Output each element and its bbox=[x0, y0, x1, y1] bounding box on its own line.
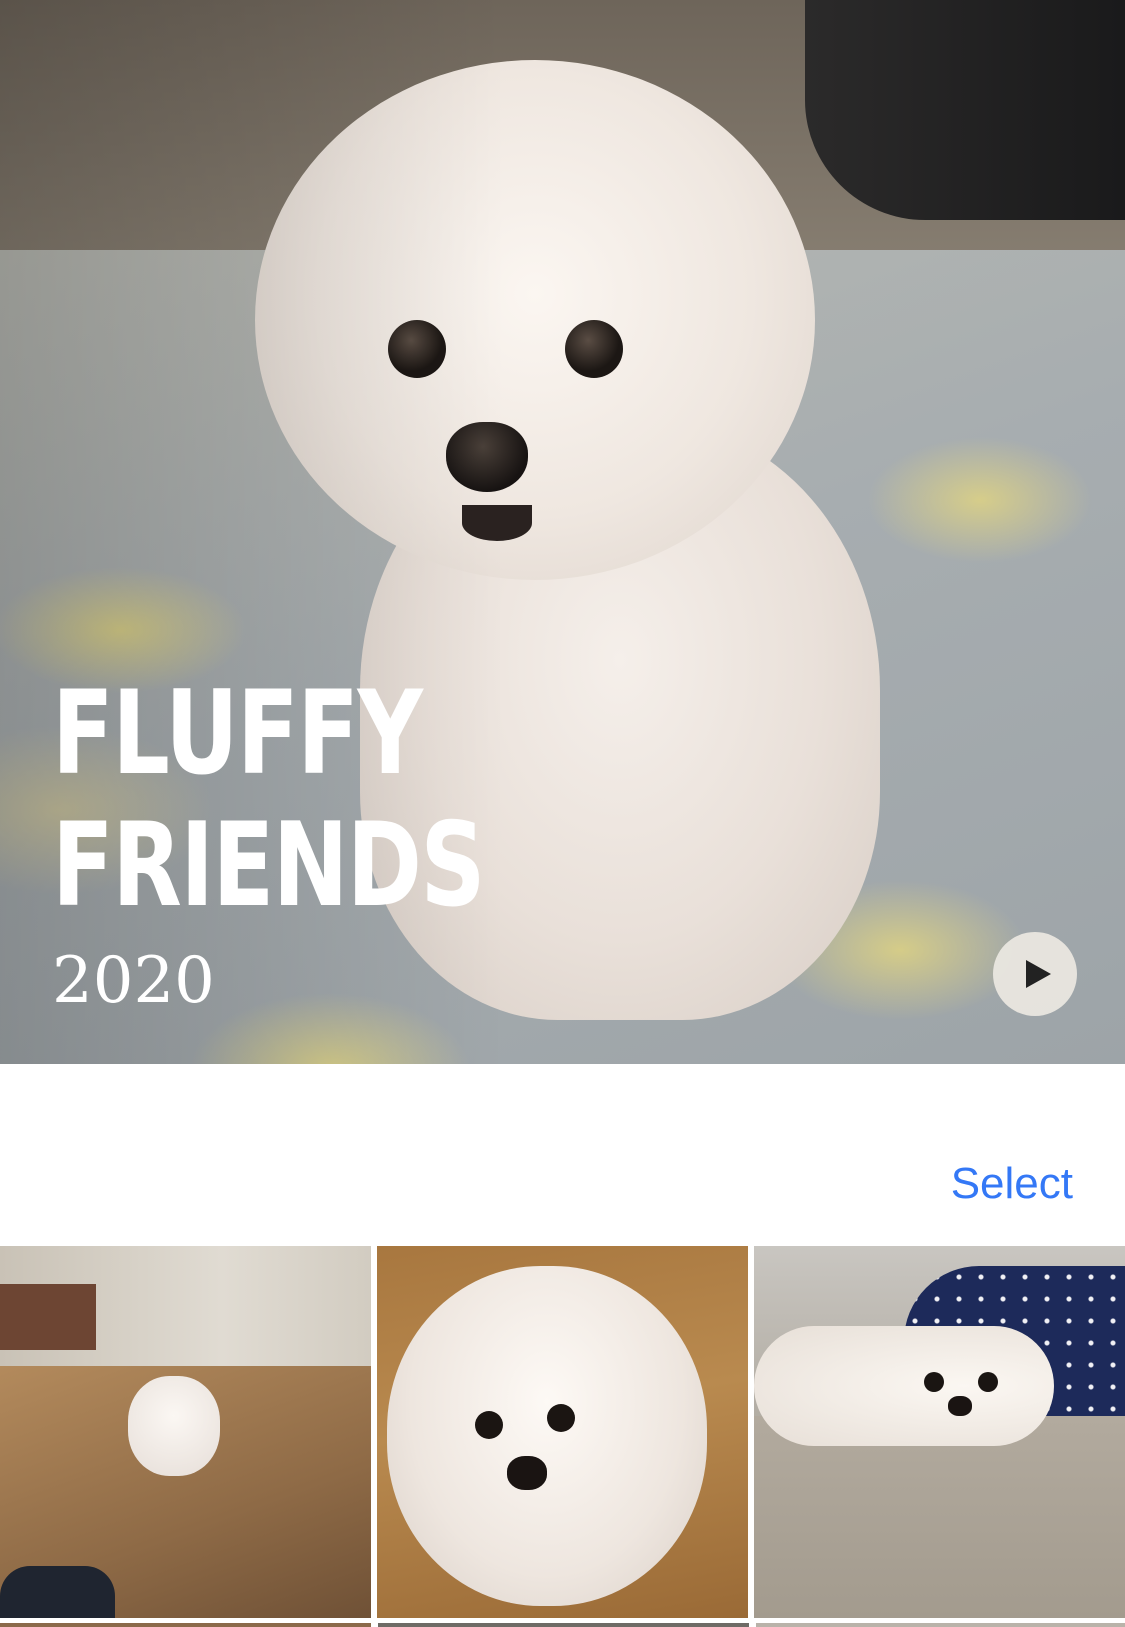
play-icon bbox=[1026, 960, 1051, 988]
memory-title-line-1: FLUFFY bbox=[52, 666, 423, 801]
thumb-dog-eye-right bbox=[547, 1404, 575, 1432]
thumb-rug bbox=[0, 1566, 115, 1618]
memory-year: 2020 bbox=[52, 944, 215, 1018]
thumb-dog-nose bbox=[507, 1456, 547, 1490]
photo-thumbnail-1[interactable] bbox=[0, 1246, 371, 1618]
thumb-dog-eye-left bbox=[924, 1372, 944, 1392]
thumb-cabinet bbox=[0, 1284, 96, 1350]
next-photo-row-edge bbox=[0, 1623, 1125, 1627]
thumb-dog-eye-left bbox=[475, 1411, 503, 1439]
thumb-couch bbox=[754, 1416, 1125, 1618]
play-button[interactable] bbox=[993, 932, 1077, 1016]
select-button[interactable]: Select bbox=[951, 1156, 1073, 1212]
thumb-dog bbox=[754, 1326, 1054, 1446]
thumb-dog-eye-right bbox=[978, 1372, 998, 1392]
thumb-dog-nose bbox=[948, 1396, 972, 1416]
photo-thumbnail-2[interactable] bbox=[377, 1246, 748, 1618]
memory-title: FLUFFY FRIENDS bbox=[52, 668, 489, 932]
thumb-dog bbox=[128, 1376, 220, 1476]
thumb-dog bbox=[387, 1266, 707, 1606]
memory-title-line-2: FRIENDS bbox=[52, 798, 486, 933]
photo-thumbnail-3[interactable] bbox=[754, 1246, 1125, 1618]
